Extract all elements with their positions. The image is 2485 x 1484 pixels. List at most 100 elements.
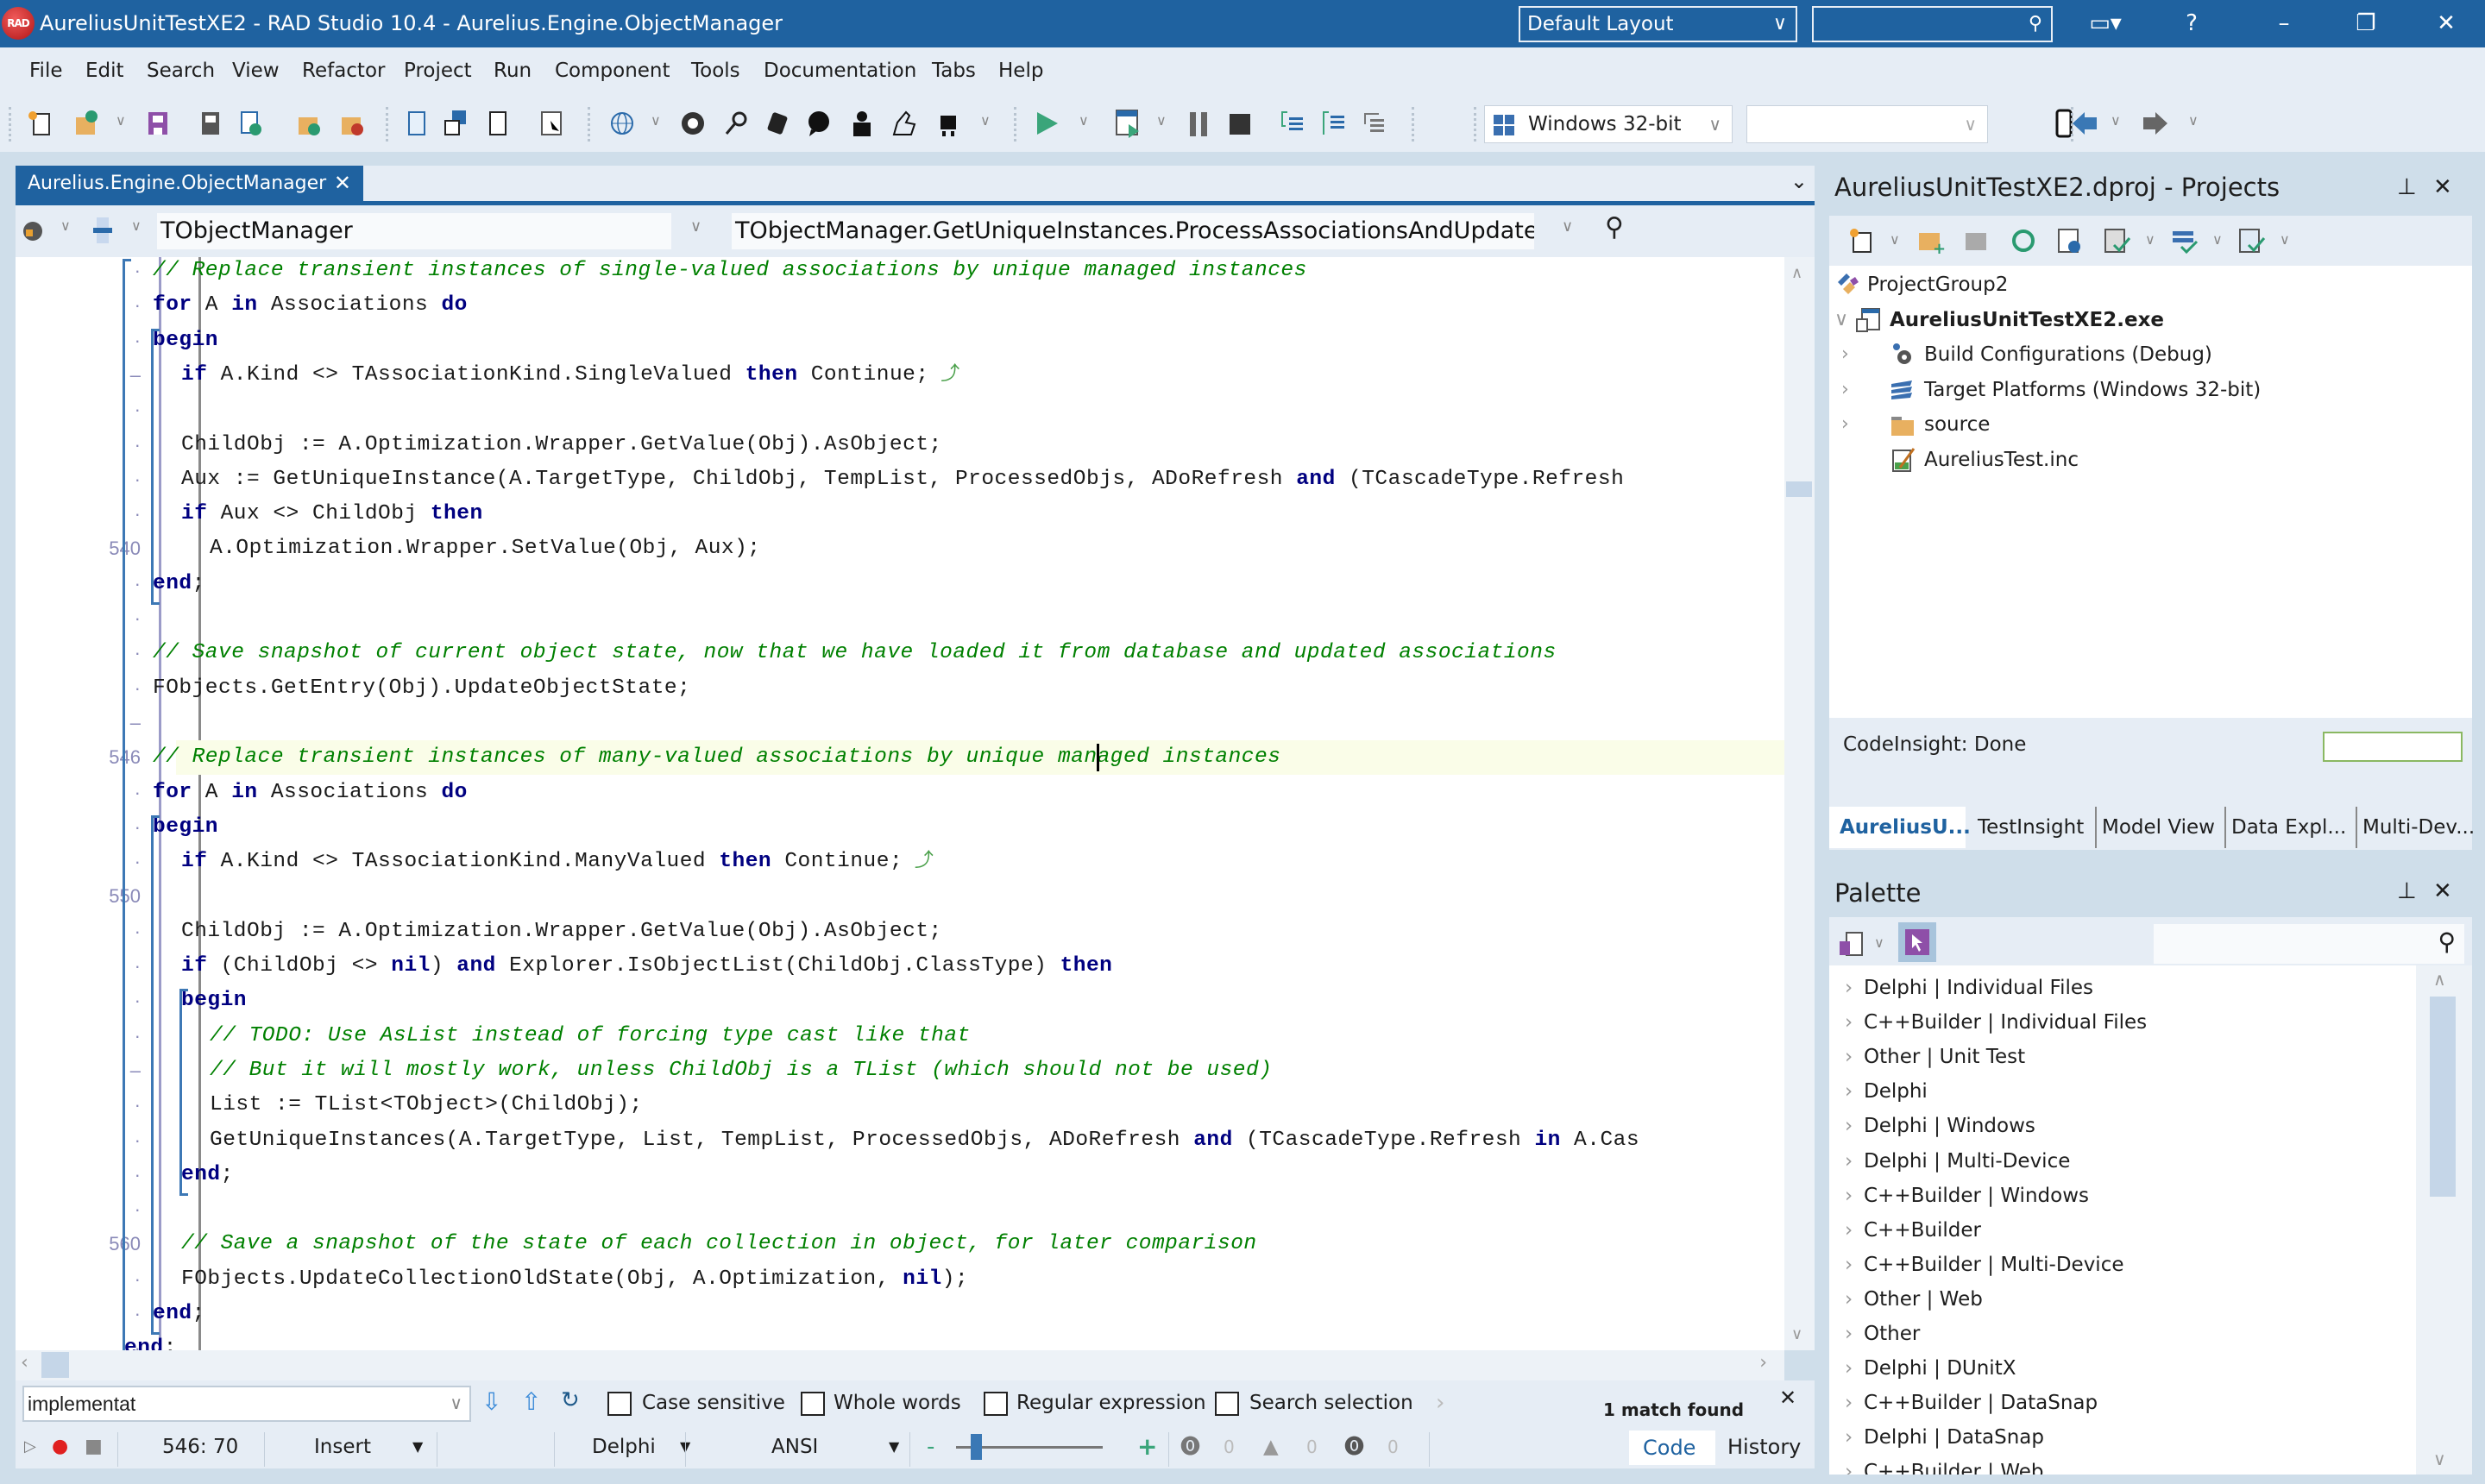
code-line[interactable]: Aux := GetUniqueInstance(A.TargetType, C… [181, 462, 1624, 497]
menu-documentation[interactable]: Documentation [764, 47, 916, 95]
getit-icon[interactable] [678, 109, 708, 138]
chevron-right-icon[interactable]: › [1845, 1455, 1853, 1475]
close-panel-icon[interactable]: ✕ [2433, 174, 2452, 200]
code-line[interactable]: GetUniqueInstances(A.TargetType, List, T… [210, 1123, 1639, 1158]
code-line[interactable]: // Replace transient instances of single… [153, 257, 1307, 288]
menu-tabs[interactable]: Tabs [932, 47, 976, 95]
chevron-right-icon[interactable]: › [1845, 1282, 1853, 1317]
menu-help[interactable]: Help [998, 47, 1043, 95]
chevron-right-icon[interactable]: › [1845, 1109, 1853, 1143]
palette-categories-icon[interactable] [1838, 929, 1867, 959]
close-button[interactable]: ✕ [2420, 0, 2472, 47]
code-line[interactable]: begin [181, 984, 247, 1018]
device-manager-icon[interactable]: ▭▾ [2079, 0, 2131, 47]
project-tree-item[interactable]: AureliusTest.inc [1924, 443, 2079, 477]
chevron-right-icon[interactable]: › [1845, 1144, 1853, 1179]
refresh-icon[interactable] [2009, 226, 2038, 255]
panel-tab-testinsight[interactable]: TestInsight [1978, 807, 2084, 848]
chevron-right-icon[interactable]: › [1845, 971, 1853, 1005]
horizontal-scrollbar[interactable]: ‹ › [16, 1350, 1784, 1380]
trace-into-icon[interactable] [1277, 109, 1306, 138]
project-tree-item[interactable]: ProjectGroup2 [1867, 267, 2008, 302]
menu-run[interactable]: Run [494, 47, 532, 95]
chevron-down-icon[interactable]: ∨ [980, 112, 991, 129]
regular-expression-checkbox[interactable] [984, 1392, 1008, 1416]
run-icon[interactable] [1032, 109, 1061, 138]
method-combo[interactable]: TObjectManager.GetUniqueInstances.Proces… [732, 213, 1534, 249]
search-method-icon[interactable]: ⚲ [1605, 212, 1624, 242]
code-line[interactable]: end; [181, 1158, 234, 1192]
project-tree-item[interactable]: source [1924, 407, 1990, 442]
code-line[interactable]: if A.Kind <> TAssociationKind.ManyValued… [181, 845, 934, 879]
layout-combo[interactable]: Default Layout ∨ [1519, 6, 1797, 42]
code-line[interactable]: end; [153, 567, 205, 601]
panel-tab-model-view[interactable]: Model View [2095, 807, 2215, 848]
key-icon[interactable] [721, 109, 751, 138]
menu-search[interactable]: Search [147, 47, 215, 95]
tab-list-chevron-icon[interactable]: ⌄ [1790, 169, 1808, 193]
code-line[interactable]: ChildObj := A.Optimization.Wrapper.GetVa… [181, 915, 942, 949]
person-icon[interactable] [847, 109, 877, 138]
add-to-project-icon[interactable] [295, 109, 324, 138]
code-line[interactable]: if Aux <> ChildObj then [181, 497, 483, 531]
chevron-down-icon[interactable]: ∨ [2111, 112, 2121, 129]
chevron-right-icon[interactable]: › [1845, 1386, 1853, 1420]
step-over-icon[interactable] [1318, 109, 1348, 138]
palette-search-input[interactable]: ⚲ [2154, 924, 2464, 964]
view-unit-icon[interactable] [402, 109, 431, 138]
code-line[interactable]: List := TList<TObject>(ChildObj); [210, 1088, 643, 1122]
stop-icon[interactable] [1225, 109, 1255, 138]
save-icon[interactable] [143, 109, 173, 138]
chevron-right-icon[interactable]: › [1841, 337, 1849, 372]
code-line[interactable]: for A in Associations do [153, 776, 468, 810]
zoom-in-icon[interactable]: + [1137, 1425, 1157, 1468]
menu-project[interactable]: Project [404, 47, 472, 95]
chevron-down-icon[interactable]: ∨ [131, 217, 142, 234]
scroll-right-icon[interactable]: › [1759, 1352, 1767, 1374]
navigate-forward-icon[interactable] [2140, 109, 2169, 138]
wrap-around-icon[interactable]: ↻ [561, 1387, 580, 1413]
chevron-down-icon[interactable]: ∨ [450, 1387, 462, 1420]
chevron-down-icon[interactable]: ∨ [1874, 934, 1884, 951]
palette-scrollbar[interactable]: ∧ ∨ [2416, 965, 2472, 1475]
build-all-icon[interactable] [2169, 226, 2199, 255]
search-selection-checkbox[interactable] [1215, 1392, 1239, 1416]
chevron-down-icon[interactable]: ∨ [116, 112, 126, 129]
code-editor[interactable]: // Replace transient instances of single… [16, 257, 1784, 1350]
chevron-down-icon[interactable]: ∨ [1156, 112, 1167, 129]
code-line[interactable]: begin [153, 324, 218, 358]
code-line[interactable]: FObjects.UpdateCollectionOldState(Obj, A… [181, 1262, 968, 1297]
code-line[interactable]: // Save snapshot of current object state… [153, 636, 1557, 670]
code-line[interactable]: A.Optimization.Wrapper.SetValue(Obj, Aux… [210, 531, 761, 566]
navigate-back-icon[interactable] [2071, 109, 2100, 138]
close-search-icon[interactable]: ✕ [1779, 1386, 1796, 1410]
chat-icon[interactable] [804, 109, 834, 138]
add-folder-icon[interactable]: + [1916, 226, 1945, 255]
ide-search-input[interactable]: ⚲ [1812, 6, 2053, 42]
project-options-icon[interactable] [2055, 226, 2085, 255]
platform-combo[interactable]: Windows 32-bit ∨ [1484, 105, 1733, 143]
insert-mode[interactable]: Insert [314, 1425, 371, 1468]
code-line[interactable]: end; [153, 1297, 205, 1331]
save-all-icon[interactable] [195, 109, 224, 138]
code-line[interactable]: // But it will mostly work, unless Child… [210, 1053, 1272, 1088]
macro-play-icon[interactable]: ▷ [24, 1425, 36, 1468]
code-line[interactable]: // Save a snapshot of the state of each … [181, 1227, 1257, 1261]
scroll-down-icon[interactable]: ∨ [1791, 1325, 1802, 1343]
chevron-down-icon[interactable]: ∨ [651, 112, 661, 129]
chevron-right-icon[interactable]: › [1845, 1213, 1853, 1248]
panel-tab-data-explorer[interactable]: Data Expl... [2224, 807, 2346, 848]
method-navigation-icon[interactable] [91, 217, 114, 243]
chevron-down-icon[interactable]: ∨ [2212, 231, 2223, 248]
restore-button[interactable]: ❐ [2340, 0, 2392, 47]
remove-from-project-icon[interactable] [338, 109, 368, 138]
scrollbar-thumb[interactable] [41, 1352, 69, 1378]
chevron-right-icon[interactable]: › [1841, 373, 1849, 407]
project-tree-item[interactable]: Target Platforms (Windows 32-bit) [1924, 373, 2261, 407]
case-sensitive-checkbox[interactable] [607, 1392, 632, 1416]
chevron-right-icon[interactable]: › [1845, 1005, 1853, 1040]
pin-icon[interactable]: ⊥ [2397, 174, 2417, 200]
help-button[interactable]: ? [2166, 0, 2218, 47]
panel-tab-multi-device[interactable]: Multi-Dev... [2356, 807, 2475, 848]
code-line[interactable]: for A in Associations do [153, 288, 468, 323]
